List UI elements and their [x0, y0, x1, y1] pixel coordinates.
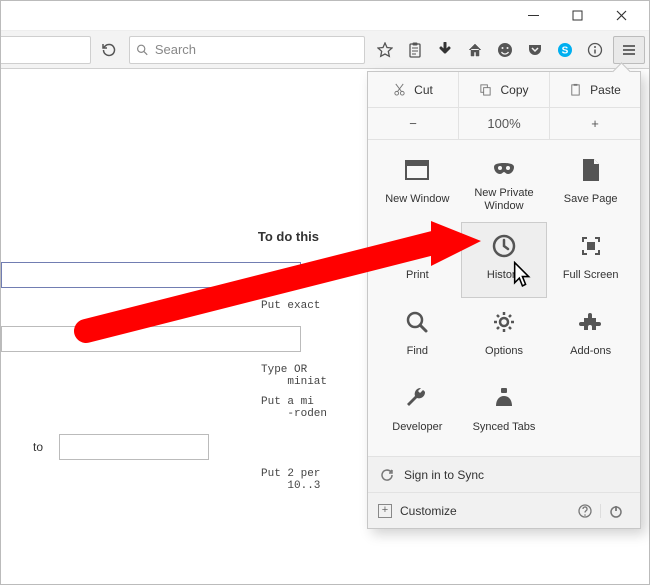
mask-icon [490, 155, 518, 183]
printer-icon [403, 232, 431, 260]
edit-row: Cut Copy Paste [368, 72, 640, 108]
menu-item-synced-tabs[interactable]: Synced Tabs [461, 374, 548, 450]
page-heading: To do this [1, 229, 319, 244]
puzzle-icon [577, 308, 605, 336]
cursor-icon [510, 261, 538, 289]
menu-footer: + Customize [368, 492, 640, 528]
downloads-button[interactable] [431, 36, 459, 64]
find-icon [403, 308, 431, 336]
menu-item-options[interactable]: Options [461, 298, 548, 374]
maximize-icon [572, 10, 583, 21]
search-field-1[interactable] [1, 262, 301, 288]
fullscreen-icon [577, 232, 605, 260]
sync-icon [380, 468, 394, 482]
page-icon [577, 156, 605, 184]
hamburger-icon [621, 42, 637, 58]
gear-icon [490, 308, 518, 336]
help-button[interactable] [570, 504, 600, 518]
search-icon [136, 43, 149, 57]
menu-item-addons[interactable]: Add-ons [547, 298, 634, 374]
smiley-icon [497, 42, 513, 58]
zoom-row: − 100% + [368, 108, 640, 140]
minimize-icon [528, 10, 539, 21]
menu-item-history[interactable]: History [461, 222, 548, 298]
zoom-level[interactable]: 100% [458, 108, 549, 139]
skype-icon: S [557, 42, 573, 58]
zoom-out-button[interactable]: − [368, 108, 458, 139]
menu-grid: New Window New Private Window Save Page … [368, 140, 640, 456]
browser-toolbar: S [1, 31, 649, 69]
menu-item-full-screen[interactable]: Full Screen [547, 222, 634, 298]
plus-box-icon: + [378, 504, 392, 518]
menu-item-save-page[interactable]: Save Page [547, 146, 634, 222]
menu-item-print[interactable]: Print [374, 222, 461, 298]
url-bar[interactable] [1, 36, 91, 64]
zoom-in-button[interactable]: + [549, 108, 640, 139]
sync-label: Sign in to Sync [404, 468, 484, 482]
clipboard-icon [407, 42, 423, 58]
cut-icon [393, 83, 406, 96]
search-field-2[interactable] [1, 326, 301, 352]
reload-icon [101, 42, 117, 58]
menu-item-new-private-window[interactable]: New Private Window [461, 146, 548, 222]
clipboard-button[interactable] [401, 36, 429, 64]
search-box[interactable] [129, 36, 365, 64]
window-titlebar [1, 1, 649, 31]
pocket-icon [527, 42, 543, 58]
copy-label: Copy [500, 83, 528, 97]
help-icon [578, 504, 592, 518]
menu-item-empty [547, 374, 634, 450]
copy-button[interactable]: Copy [458, 72, 549, 107]
pocket-button[interactable] [521, 36, 549, 64]
menu-item-find[interactable]: Find [374, 298, 461, 374]
window-maximize-button[interactable] [555, 2, 599, 30]
paste-button[interactable]: Paste [549, 72, 640, 107]
sign-in-sync-button[interactable]: Sign in to Sync [368, 456, 640, 492]
window-close-button[interactable] [599, 2, 643, 30]
window-minimize-button[interactable] [511, 2, 555, 30]
info-icon [587, 42, 603, 58]
hamburger-menu-panel: Cut Copy Paste − 100% + New Window New P… [367, 71, 641, 529]
range-to-field[interactable] [59, 434, 209, 460]
cut-button[interactable]: Cut [368, 72, 458, 107]
bookmark-star-button[interactable] [371, 36, 399, 64]
wrench-icon [403, 384, 431, 412]
history-icon [490, 232, 518, 260]
to-label: to [33, 440, 43, 454]
copy-icon [479, 83, 492, 96]
reload-button[interactable] [95, 36, 123, 64]
home-button[interactable] [461, 36, 489, 64]
skype-button[interactable]: S [551, 36, 579, 64]
info-button[interactable] [581, 36, 609, 64]
menu-item-developer[interactable]: Developer [374, 374, 461, 450]
power-icon [609, 504, 623, 518]
download-icon [437, 42, 453, 58]
menu-item-new-window[interactable]: New Window [374, 146, 461, 222]
paste-icon [569, 83, 582, 96]
menu-button[interactable] [613, 36, 645, 64]
customize-button[interactable]: + Customize [378, 504, 570, 518]
close-icon [616, 10, 627, 21]
search-input[interactable] [155, 42, 358, 57]
cut-label: Cut [414, 83, 433, 97]
window-icon [403, 156, 431, 184]
customize-label: Customize [400, 504, 457, 518]
smiley-button[interactable] [491, 36, 519, 64]
paste-label: Paste [590, 83, 621, 97]
home-icon [467, 42, 483, 58]
star-icon [377, 42, 393, 58]
quit-button[interactable] [600, 504, 630, 518]
synced-tabs-icon [490, 384, 518, 412]
svg-text:S: S [562, 45, 569, 56]
